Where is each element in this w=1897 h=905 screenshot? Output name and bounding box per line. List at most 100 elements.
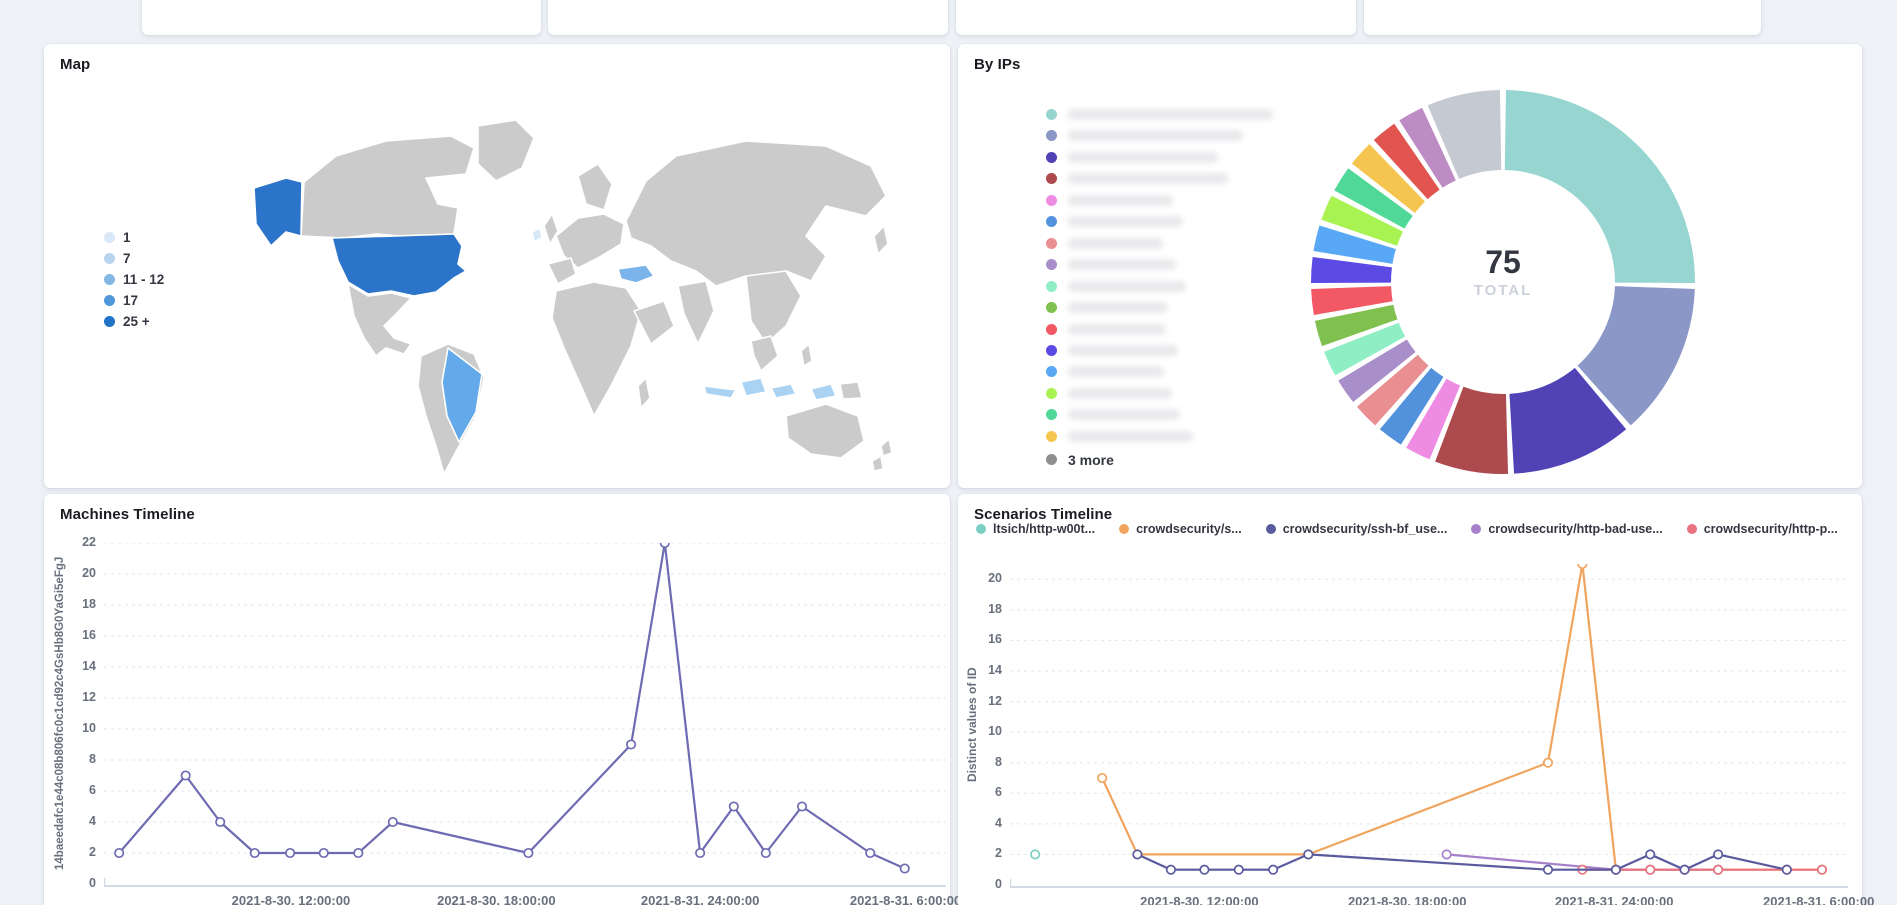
data-point[interactable] [866, 849, 874, 857]
redacted-ip-label [1068, 388, 1172, 399]
ip-legend-more[interactable]: 3 more [1046, 449, 1114, 470]
redacted-ip-label [1068, 216, 1183, 227]
data-point[interactable] [1442, 850, 1450, 858]
country-indonesia[interactable] [741, 378, 766, 396]
data-point[interactable] [1680, 866, 1688, 874]
world-map[interactable] [226, 86, 926, 476]
data-point[interactable] [730, 802, 738, 810]
data-point[interactable] [696, 849, 704, 857]
data-point[interactable] [524, 849, 532, 857]
top-card[interactable] [956, 0, 1356, 35]
data-point[interactable] [1269, 866, 1277, 874]
legend-color-dot [104, 295, 115, 306]
region-iberia [548, 258, 576, 284]
series-legend-item[interactable]: crowdsecurity/ssh-bf_use... [1266, 522, 1448, 536]
data-point[interactable] [627, 740, 635, 748]
data-point[interactable] [1098, 774, 1106, 782]
ip-legend-item[interactable] [1046, 276, 1186, 297]
data-point[interactable] [1646, 866, 1654, 874]
ip-legend-item[interactable] [1046, 125, 1243, 146]
data-point[interactable] [1304, 850, 1312, 858]
line-chart-canvas[interactable] [104, 543, 946, 888]
series-legend-item[interactable]: crowdsecurity/http-bad-use... [1471, 522, 1662, 536]
map-legend-item[interactable]: 17 [104, 290, 164, 311]
data-point[interactable] [661, 543, 669, 547]
data-point[interactable] [1235, 866, 1243, 874]
top-card[interactable] [548, 0, 948, 35]
data-point[interactable] [1612, 866, 1620, 874]
ip-legend-item[interactable] [1046, 426, 1193, 447]
data-point[interactable] [1783, 866, 1791, 874]
top-card[interactable] [142, 0, 541, 35]
ip-legend-item[interactable] [1046, 168, 1228, 189]
ip-legend-item[interactable] [1046, 361, 1164, 382]
y-tick-label: 20 [952, 571, 1002, 585]
data-point[interactable] [1714, 866, 1722, 874]
line-chart-canvas[interactable] [1010, 564, 1848, 889]
country-turkey[interactable] [618, 265, 654, 283]
ip-legend-item[interactable] [1046, 383, 1172, 404]
y-tick-label: 18 [46, 597, 96, 611]
legend-color-dot [1046, 238, 1057, 249]
redacted-ip-label [1068, 152, 1218, 163]
data-point[interactable] [1200, 866, 1208, 874]
country-indonesia[interactable] [771, 384, 796, 398]
y-tick-label: 4 [952, 816, 1002, 830]
data-point[interactable] [216, 818, 224, 826]
data-point[interactable] [798, 802, 806, 810]
series-legend-item[interactable]: crowdsecurity/s... [1119, 522, 1242, 536]
y-tick-label: 18 [952, 602, 1002, 616]
series-legend-item[interactable]: ltsich/http-w00t... [976, 522, 1095, 536]
region-scandinavia [578, 164, 612, 210]
series-legend-label: crowdsecurity/s... [1136, 522, 1242, 536]
data-point[interactable] [320, 849, 328, 857]
country-indonesia[interactable] [704, 386, 736, 398]
data-point[interactable] [762, 849, 770, 857]
data-point[interactable] [1544, 866, 1552, 874]
data-point[interactable] [1646, 850, 1654, 858]
ip-legend-item[interactable] [1046, 211, 1183, 232]
ip-legend-item[interactable] [1046, 319, 1166, 340]
map-legend-item[interactable]: 25 + [104, 311, 164, 332]
map-legend-item[interactable]: 7 [104, 248, 164, 269]
redacted-ip-label [1068, 281, 1186, 292]
data-point[interactable] [286, 849, 294, 857]
country-ireland[interactable] [532, 228, 542, 242]
legend-color-dot [104, 274, 115, 285]
data-point[interactable] [1133, 850, 1141, 858]
y-tick-label: 10 [46, 721, 96, 735]
country-alaska[interactable] [254, 178, 302, 246]
by-ips-panel-title: By IPs [974, 56, 1020, 73]
series-legend-item[interactable]: crowdsecurity/http-p... [1687, 522, 1838, 536]
data-point[interactable] [251, 849, 259, 857]
data-point[interactable] [1544, 759, 1552, 767]
data-point[interactable] [901, 864, 909, 872]
map-legend-item[interactable]: 11 - 12 [104, 269, 164, 290]
data-point[interactable] [115, 849, 123, 857]
top-card[interactable] [1364, 0, 1761, 35]
ip-legend-item[interactable] [1046, 147, 1218, 168]
ip-legend-item[interactable] [1046, 297, 1168, 318]
ip-legend-item[interactable] [1046, 254, 1176, 275]
y-tick-label: 10 [952, 724, 1002, 738]
ip-legend-item[interactable] [1046, 233, 1163, 254]
legend-color-dot [1046, 366, 1057, 377]
data-point[interactable] [1578, 564, 1586, 568]
data-point[interactable] [389, 818, 397, 826]
ip-legend-item[interactable] [1046, 190, 1173, 211]
map-legend-item[interactable]: 1 [104, 227, 164, 248]
data-point[interactable] [1031, 850, 1039, 858]
data-point[interactable] [354, 849, 362, 857]
y-tick-label: 4 [46, 814, 96, 828]
ip-legend-item[interactable] [1046, 340, 1178, 361]
data-point[interactable] [1714, 850, 1722, 858]
redacted-ip-label [1068, 302, 1168, 313]
data-point[interactable] [181, 771, 189, 779]
ip-legend-item[interactable] [1046, 104, 1273, 125]
x-tick-label: 2021-8-30, 12:00:00 [1109, 894, 1289, 905]
country-indonesia[interactable] [811, 384, 836, 400]
data-point[interactable] [1167, 866, 1175, 874]
ip-legend-item[interactable] [1046, 404, 1180, 425]
data-point[interactable] [1818, 866, 1826, 874]
y-tick-label: 2 [46, 845, 96, 859]
